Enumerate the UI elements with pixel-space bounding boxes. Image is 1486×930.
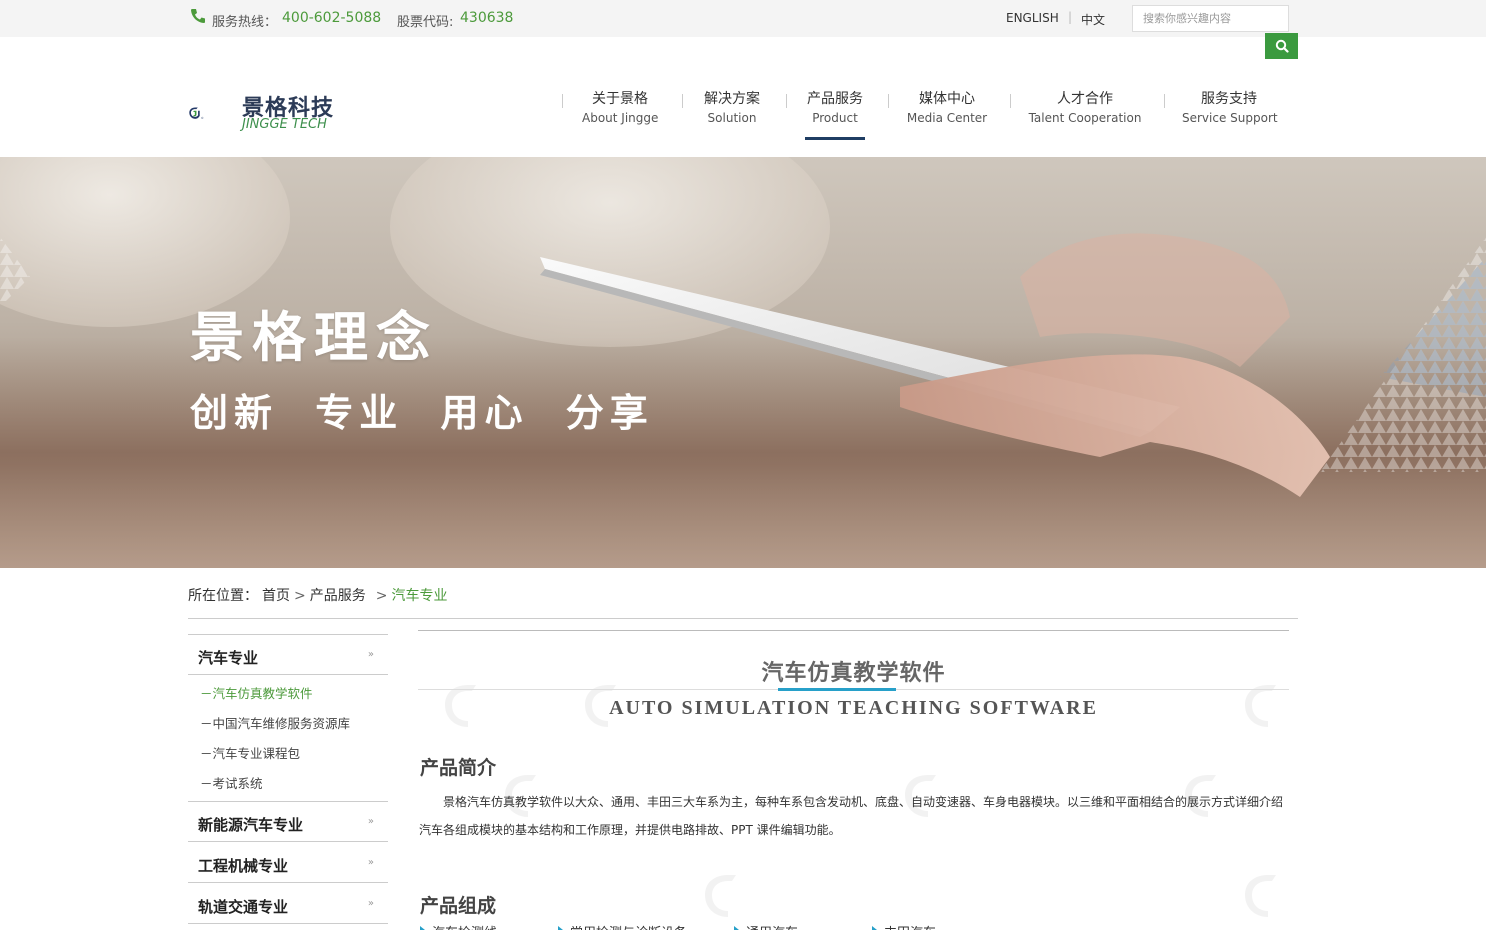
nav-item-sublabel: Solution	[707, 111, 757, 125]
stock-label: 股票代码:	[397, 15, 454, 30]
sidebar-category-label: 轨道交通专业	[198, 898, 289, 916]
nav-item-solution[interactable]: 解决方案 Solution	[700, 88, 764, 134]
nav-item-sublabel: Media Center	[906, 111, 988, 125]
hero-banner: 景格理念 创新 专业 用心 分享	[0, 157, 1486, 568]
hotline-label: 服务热线：	[212, 15, 278, 30]
component-item[interactable]: 通用汽车	[733, 922, 798, 930]
nav-divider	[1010, 94, 1011, 108]
sidebar-category-new-energy[interactable]: 新能源汽车专业 »	[188, 802, 388, 842]
component-item[interactable]: 常用检测与诊断设备	[557, 922, 687, 930]
language-english-link[interactable]: ENGLISH	[1006, 11, 1059, 25]
sidebar-category-construction-machinery[interactable]: 工程机械专业 »	[188, 843, 388, 883]
sidebar-subitem-course-package[interactable]: －汽车专业课程包	[200, 743, 300, 762]
breadcrumb-home[interactable]: 首页	[262, 588, 290, 604]
nav-item-label: 解决方案	[704, 91, 760, 107]
sidebar-subitem-resource-library[interactable]: －中国汽车维修服务资源库	[200, 713, 350, 732]
double-chevron-icon: »	[367, 816, 374, 827]
title-accent-bar	[778, 688, 896, 691]
breadcrumb-divider	[188, 618, 1298, 619]
sidebar-category-label: 工程机械专业	[198, 857, 289, 875]
component-item[interactable]: 汽车检测线	[420, 922, 497, 930]
sidebar-category-label: 汽车专业	[198, 649, 259, 667]
sidebar-subitem-simulation-software[interactable]: －汽车仿真教学软件	[200, 683, 313, 702]
breadcrumb-parent[interactable]: 产品服务	[310, 588, 366, 604]
nav-item-label: 关于景格	[592, 91, 648, 107]
phone-icon	[191, 9, 205, 23]
content-top-divider	[418, 630, 1289, 631]
language-chinese-link[interactable]: 中文	[1081, 11, 1105, 28]
double-chevron-icon: »	[367, 649, 374, 660]
logo-mark[interactable]	[188, 92, 240, 134]
breadcrumb-current[interactable]: 汽车专业	[391, 588, 447, 604]
component-item[interactable]: 丰田汽车	[871, 922, 936, 930]
nav-divider	[1164, 94, 1165, 108]
nav-item-sublabel: About Jingge	[582, 111, 659, 125]
nav-item-label: 产品服务	[807, 91, 863, 107]
intro-heading: 产品简介	[420, 757, 497, 779]
nav-divider	[888, 94, 889, 108]
intro-paragraph: 景格汽车仿真教学软件以大众、通用、丰田三大车系为主，每种车系包含发动机、底盘、自…	[419, 795, 1284, 837]
logo-english-name[interactable]: JINGGE TECH	[242, 117, 327, 132]
watermark-logo-icon	[705, 875, 736, 917]
components-list: 汽车检测线 常用检测与诊断设备 通用汽车 丰田汽车	[420, 920, 1290, 930]
breadcrumb-separator: >	[375, 588, 388, 604]
product-title: 汽车仿真教学软件	[761, 661, 946, 686]
product-subtitle: AUTO SIMULATION TEACHING SOFTWARE	[609, 697, 1098, 719]
stock-code: 430638	[460, 10, 514, 26]
banner-title: 景格理念	[190, 306, 438, 369]
nav-item-label: 人才合作	[1057, 91, 1113, 107]
watermark-logo-icon	[1245, 875, 1276, 917]
nav-item-service-support[interactable]: 服务支持 Service Support	[1182, 88, 1278, 134]
breadcrumb-prefix: 所在位置：	[188, 588, 258, 604]
nav-item-talent[interactable]: 人才合作 Talent Cooperation	[1028, 88, 1142, 134]
nav-item-media-center[interactable]: 媒体中心 Media Center	[906, 88, 988, 134]
sidebar-category-rail-transit[interactable]: 轨道交通专业 »	[188, 884, 388, 924]
nav-item-product[interactable]: 产品服务 Product	[805, 88, 865, 140]
search-button[interactable]	[1265, 33, 1298, 59]
sidebar-subitem-exam-system[interactable]: －考试系统	[200, 773, 263, 792]
nav-item-sublabel: Service Support	[1182, 111, 1278, 125]
nav-divider	[786, 94, 787, 108]
language-divider: |	[1068, 10, 1073, 24]
double-chevron-icon: »	[367, 898, 374, 909]
breadcrumb-separator: >	[294, 588, 306, 604]
double-chevron-icon: »	[367, 857, 374, 868]
sidebar-category-label: 新能源汽车专业	[198, 816, 304, 834]
top-bar: 服务热线： 400-602-5088 股票代码: 430638 ENGLISH …	[0, 0, 1486, 37]
hotline-number: 400-602-5088	[282, 10, 382, 26]
nav-item-sublabel: Product	[812, 111, 858, 125]
nav-item-label: 服务支持	[1201, 91, 1257, 107]
components-heading: 产品组成	[420, 895, 497, 917]
sidebar-category-automotive[interactable]: 汽车专业 »	[188, 635, 388, 675]
search-icon	[1275, 39, 1289, 53]
nav-item-label: 媒体中心	[919, 91, 975, 107]
nav-item-about[interactable]: 关于景格 About Jingge	[582, 88, 658, 134]
banner-slogan: 创新 专业 用心 分享	[190, 391, 654, 435]
search-input[interactable]	[1132, 5, 1289, 32]
breadcrumb: 所在位置： 首页 > 产品服务 > 汽车专业	[188, 585, 447, 605]
nav-divider	[562, 94, 563, 108]
nav-divider	[682, 94, 683, 108]
nav-item-sublabel: Talent Cooperation	[1028, 111, 1142, 125]
